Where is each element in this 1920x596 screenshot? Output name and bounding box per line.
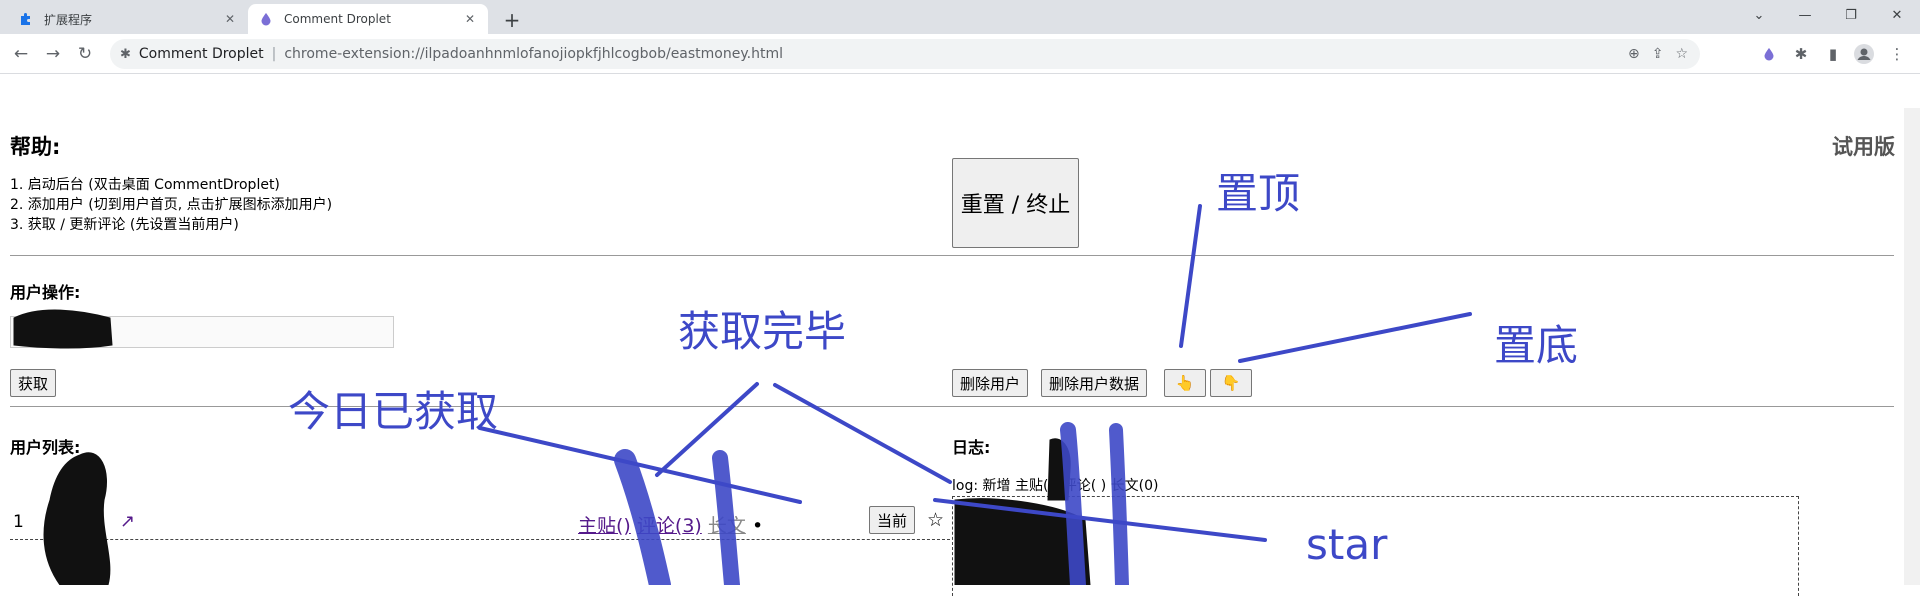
comments-link-close[interactable]: 3) [682, 515, 702, 537]
forward-button[interactable]: → [39, 40, 67, 68]
back-button[interactable]: ← [7, 40, 35, 68]
delete-user-data-button[interactable]: 删除用户数据 [1041, 369, 1148, 397]
close-icon[interactable]: ✕ [222, 11, 238, 27]
help-list: 1. 启动后台 (双击桌面 CommentDroplet) 2. 添加用户 (切… [10, 175, 332, 235]
profile-avatar-icon[interactable] [1853, 43, 1875, 65]
tab-comment-droplet[interactable]: Comment Droplet ✕ [248, 4, 488, 34]
pin-bottom-button[interactable]: 👇 [1210, 369, 1252, 397]
annotation-pin-top: 置顶 [1216, 169, 1301, 218]
tab-search-icon[interactable]: ⌄ [1736, 0, 1782, 30]
side-panel-icon[interactable]: ▮ [1822, 43, 1844, 65]
reload-button[interactable]: ↻ [71, 40, 99, 68]
help-item: 3. 获取 / 更新评论 (先设置当前用户) [10, 217, 239, 233]
site-name: Comment Droplet [138, 46, 264, 62]
longtext-link[interactable]: 长文 [708, 515, 746, 537]
droplet-icon [258, 11, 274, 27]
fetch-button[interactable]: 获取 [10, 369, 57, 397]
posts-link-close[interactable]: ) [623, 515, 630, 537]
annotation-fetch-complete: 获取完毕 [678, 307, 847, 356]
divider [10, 255, 1894, 256]
tab-title: Comment Droplet [284, 12, 391, 26]
help-heading: 帮助: [10, 135, 61, 159]
annotation-star: star [1306, 520, 1388, 569]
address-bar[interactable]: ✱ Comment Droplet | chrome-extension://i… [110, 39, 1700, 69]
scrollbar[interactable] [1904, 108, 1920, 585]
help-item: 1. 启动后台 (双击桌面 CommentDroplet) [10, 177, 280, 193]
table-row: 1 ↗ 主贴() 评论(3) 长文 • 当前 ☆ [10, 503, 950, 540]
minimize-button[interactable]: — [1782, 0, 1828, 30]
trial-label: 试用版 [1832, 135, 1895, 159]
tab-strip: 扩展程序 ✕ Comment Droplet ✕ + ⌄ — ❐ ✕ [0, 0, 1920, 34]
reset-stop-button[interactable]: 重置 / 终止 [952, 158, 1079, 248]
share-icon[interactable]: ⇪ [1652, 46, 1664, 62]
log-heading: 日志: [952, 438, 991, 457]
extensions-icon[interactable]: ✱ [1790, 43, 1812, 65]
user-list-heading: 用户列表: [10, 438, 81, 457]
close-window-button[interactable]: ✕ [1874, 0, 1920, 30]
delete-user-button[interactable]: 删除用户 [952, 369, 1029, 397]
tab-extensions[interactable]: 扩展程序 ✕ [8, 4, 248, 34]
log-line: log: 新增 主贴( ) 评论( ) 长文(0) [952, 478, 1159, 494]
puzzle-icon: ✱ [120, 46, 131, 62]
row-links: 主贴() 评论(3) 长文 • [578, 511, 763, 538]
annotation-pin-bottom: 置底 [1494, 321, 1579, 370]
zoom-icon[interactable]: ⊕ [1628, 46, 1640, 62]
fetched-today-dot: • [751, 515, 764, 537]
user-select-field[interactable] [10, 316, 394, 348]
star-icon[interactable]: ☆ [927, 509, 944, 531]
url-text: chrome-extension://ilpadoanhnmlofanojiop… [284, 46, 783, 62]
bookmark-star-icon[interactable]: ☆ [1675, 46, 1688, 62]
column-nickname: 昵称 [52, 484, 86, 504]
close-icon[interactable]: ✕ [462, 11, 478, 27]
tab-title: 扩展程序 [44, 12, 93, 27]
comments-link[interactable]: 评论( [637, 515, 682, 537]
open-profile-link-icon[interactable]: ↗ [120, 511, 135, 532]
user-ops-heading: 用户操作: [10, 283, 81, 302]
help-item: 2. 添加用户 (切到用户首页, 点击扩展图标添加用户) [10, 197, 333, 213]
new-tab-button[interactable]: + [498, 6, 526, 34]
posts-link[interactable]: 主贴( [578, 515, 623, 537]
pin-top-button[interactable]: 👆 [1164, 369, 1206, 397]
annotation-fetched-today: 今日已获取 [288, 387, 499, 436]
set-current-button[interactable]: 当前 [869, 506, 916, 534]
restore-button[interactable]: ❐ [1828, 0, 1874, 30]
divider: | [271, 46, 277, 62]
row-index: 1 [13, 512, 24, 532]
puzzle-icon [18, 11, 34, 27]
menu-icon[interactable]: ⋮ [1886, 43, 1908, 65]
droplet-extension-icon[interactable] [1758, 43, 1780, 65]
browser-toolbar: ← → ↻ ✱ Comment Droplet | chrome-extensi… [0, 34, 1920, 74]
